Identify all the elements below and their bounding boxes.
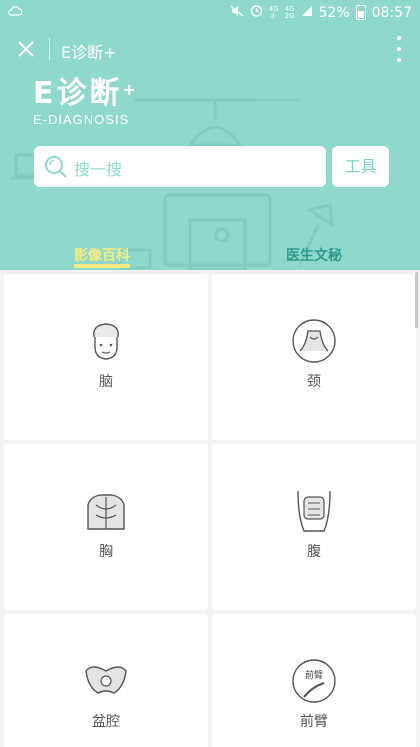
status-bar: 4G .ıl 4G 2G 52% 08:57	[0, 0, 420, 26]
scrollbar[interactable]	[415, 272, 418, 328]
category-card-neck[interactable]: 颈	[212, 274, 416, 440]
forearm-icon: 前臂	[292, 659, 336, 703]
neck-icon	[292, 319, 336, 363]
close-button[interactable]	[12, 34, 40, 64]
tab-label: 医生文秘	[286, 248, 342, 264]
network-indicator-2: 4G 2G	[284, 4, 295, 20]
brand-name: E诊断	[33, 76, 123, 111]
category-label: 颈	[307, 374, 321, 390]
tab-imaging-encyclopedia[interactable]: 影像百科	[74, 245, 130, 268]
cloud-icon	[8, 5, 23, 20]
battery-percent: 52%	[318, 4, 350, 21]
active-tab-indicator	[74, 264, 130, 268]
clock: 08:57	[371, 4, 412, 21]
chest-icon	[87, 494, 125, 530]
search-input[interactable]: 搜一搜	[74, 156, 122, 180]
signal-icon	[301, 5, 313, 21]
brand-sup: +	[122, 80, 139, 99]
more-dot-icon	[397, 58, 401, 62]
page-title: E诊断+	[61, 43, 117, 62]
brand-logo: E诊断+ E-DIAGNOSIS	[33, 76, 139, 128]
more-dot-icon	[397, 36, 401, 40]
mute-icon	[230, 5, 244, 21]
search-bar[interactable]: 搜一搜	[34, 146, 326, 187]
more-dot-icon	[397, 47, 401, 51]
category-card-pelvis[interactable]: 盆腔	[4, 614, 208, 747]
category-card-forearm[interactable]: 前臂 前臂	[212, 614, 416, 747]
category-card-abdomen[interactable]: 腹	[212, 444, 416, 610]
category-label: 前臂	[300, 714, 328, 730]
network-indicator: 4G .ıl	[268, 4, 279, 20]
category-label: 脑	[99, 374, 113, 390]
tab-label: 影像百科	[74, 248, 130, 264]
category-card-brain[interactable]: 脑	[4, 274, 208, 440]
category-label: 腹	[307, 544, 321, 560]
category-label: 盆腔	[92, 714, 120, 730]
nav-bar: E诊断+	[0, 26, 420, 74]
search-icon	[44, 155, 68, 183]
category-label: 胸	[99, 544, 113, 560]
head-icon	[93, 323, 119, 360]
forearm-icon-text: 前臂	[305, 669, 323, 681]
header: 4G .ıl 4G 2G 52% 08:57 E诊断+ E诊断+ E-DIAGNOS…	[0, 0, 420, 270]
brand-subtitle: E-DIAGNOSIS	[33, 112, 130, 127]
category-card-chest[interactable]: 胸	[4, 444, 208, 610]
tools-button[interactable]: 工具	[332, 146, 389, 187]
close-icon	[18, 41, 34, 57]
battery-icon	[355, 5, 366, 20]
tab-doctor-secretary[interactable]: 医生文秘	[286, 245, 342, 265]
nav-divider	[49, 38, 50, 60]
abdomen-icon	[297, 490, 331, 532]
more-options-button[interactable]	[392, 36, 406, 62]
alarm-icon	[250, 4, 263, 21]
pelvis-icon	[85, 666, 127, 694]
